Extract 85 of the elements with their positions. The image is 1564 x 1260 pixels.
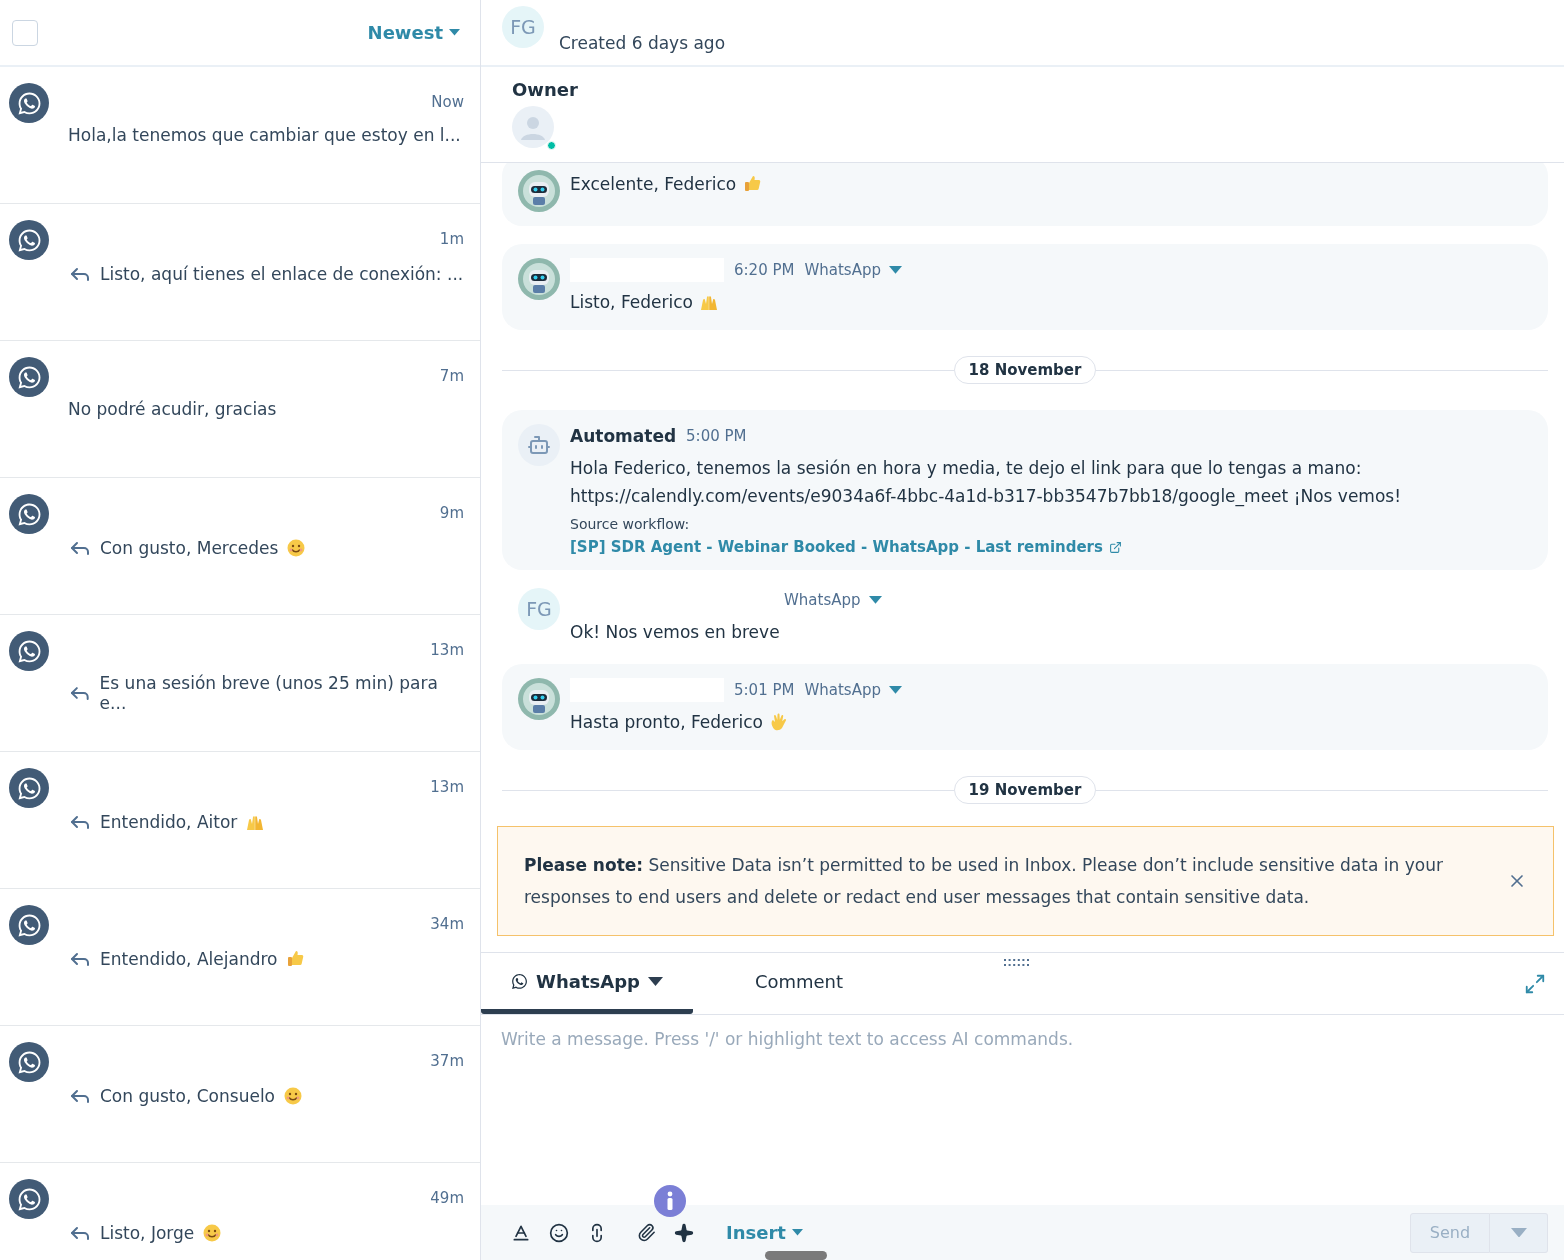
conversation-item[interactable]: 37m Con gusto, Consuelo (0, 1026, 480, 1163)
caret-icon (889, 686, 902, 694)
conversation-time: 13m (430, 778, 464, 796)
smiling-face-icon (283, 1086, 303, 1106)
whatsapp-icon (9, 905, 49, 945)
conversation-time: 13m (430, 641, 464, 659)
caret-icon (1510, 1227, 1527, 1238)
whatsapp-icon (9, 220, 49, 260)
robot-avatar (518, 424, 560, 466)
sender-name: Automated (570, 426, 677, 446)
caret-icon (868, 596, 882, 604)
message-text: Hola Federico, tenemos la sesión en hora y media, te dejo el link para que lo tengas a mano: https://calendly.com/events/e9034a6f-4bbc-4a1d-b317-bb3547b7bb18/google_meet ¡Nos vemos! (570, 457, 1402, 509)
whatsapp-icon (9, 1179, 49, 1219)
message-preview: Con gusto, Consuelo (100, 1086, 275, 1106)
message-time: 5:00 PM (686, 427, 747, 445)
smiling-face-icon (202, 1223, 223, 1243)
date-divider: 19 November (953, 776, 1097, 804)
whatsapp-icon (9, 494, 49, 534)
message-preview: Entendido, Alejandro (100, 949, 278, 969)
conversation-time: 37m (430, 1052, 464, 1070)
channel-dropdown[interactable]: WhatsApp (784, 591, 882, 609)
sort-dropdown[interactable]: Newest (367, 22, 460, 43)
message-preview: Es una sesión breve (unos 25 min) para e... (99, 673, 439, 713)
robot-avatar (518, 678, 560, 720)
whatsapp-icon (9, 357, 49, 397)
caret-icon (889, 266, 902, 274)
message-preview: Entendido, Aitor (100, 812, 238, 832)
external-link-icon (1108, 540, 1122, 554)
message-preview: No podré acudir, gracias (68, 399, 277, 419)
conversation-item[interactable]: 13m Entendido, Aitor (0, 752, 480, 889)
notice-text: Please note: Sensitive Data isn’t permitted to be used in Inbox. Please don’t include sensitive data in your responses to end users and delete or redact end user messages that contain sensitive data. (524, 854, 1444, 909)
thumbs-up-icon (285, 949, 306, 969)
conversation-time: 34m (430, 915, 464, 933)
whatsapp-icon (9, 1042, 49, 1082)
message-preview: Hola,la tenemos que cambiar que estoy en l... (68, 125, 461, 145)
whatsapp-icon (9, 83, 49, 123)
smiling-face-icon (286, 538, 307, 558)
caret-icon (791, 1229, 803, 1236)
drag-handle[interactable] (765, 1251, 827, 1260)
conversation-time: 1m (439, 230, 464, 248)
source-label: Source workflow: (570, 516, 691, 532)
message-text: Ok! Nos vemos en breve (570, 621, 780, 644)
contact-avatar: FG (502, 6, 544, 48)
robot-avatar (518, 258, 560, 300)
date-divider: 18 November (953, 356, 1097, 384)
thumbs-up-icon (742, 174, 763, 194)
contact-avatar: FG (518, 588, 560, 630)
conversation-item[interactable]: 1m Listo, aquí tienes el enlace de conexión: ... (0, 204, 480, 341)
channel-dropdown[interactable]: WhatsApp (804, 261, 902, 279)
emoji-button[interactable] (549, 1222, 569, 1243)
created-date: Created 6 days ago (559, 33, 726, 53)
drag-grip-icon[interactable] (1003, 959, 1031, 967)
conversation-time: 9m (439, 504, 464, 522)
caret-icon (647, 976, 663, 986)
message-text: Excelente, Federico (570, 173, 737, 196)
conversation-time: 7m (439, 367, 464, 385)
message-time: 6:20 PM (734, 261, 795, 279)
message-preview: Con gusto, Mercedes (100, 538, 279, 558)
message-time: 5:01 PM (734, 681, 795, 699)
conversation-item[interactable]: Now Hola,la tenemos que cambiar que estoy en l... (0, 67, 480, 204)
conversation-item[interactable]: 49m Listo, Jorge (0, 1163, 480, 1260)
conversation-item[interactable]: 13m Es una sesión breve (unos 25 min) para e... (0, 615, 480, 752)
insert-dropdown[interactable]: Insert (726, 1222, 803, 1243)
message-preview: Listo, aquí tienes el enlace de conexión: ... (100, 264, 464, 284)
whatsapp-icon (9, 631, 49, 671)
info-icon[interactable] (654, 1185, 686, 1217)
caret-icon (449, 29, 460, 36)
whatsapp-icon (511, 972, 529, 990)
message-text: Hasta pronto, Federico (570, 711, 764, 734)
composer-tab[interactable]: Comment (693, 953, 905, 1014)
channel-dropdown[interactable]: WhatsApp (804, 681, 902, 699)
conversation-item[interactable]: 34m Entendido, Alejandro (0, 889, 480, 1026)
conversation-item[interactable]: 7m No podré acudir, gracias (0, 341, 480, 478)
owner-label: Owner (512, 79, 579, 100)
conversation-time: Now (431, 93, 464, 111)
select-all-checkbox[interactable] (12, 19, 38, 46)
conversation-time: 49m (430, 1189, 464, 1207)
ai-sparkle-button[interactable] (674, 1222, 694, 1243)
message-preview: Listo, Jorge (100, 1223, 195, 1243)
whatsapp-icon (9, 768, 49, 808)
robot-avatar (518, 170, 560, 212)
workflow-link[interactable]: [SP] SDR Agent - Webinar Booked - WhatsApp - Last reminders (570, 538, 1532, 556)
attachment-button[interactable] (637, 1223, 656, 1242)
conversation-item[interactable]: 9m Con gusto, Mercedes (0, 478, 480, 615)
message-text: Listo, Federico (570, 291, 693, 314)
